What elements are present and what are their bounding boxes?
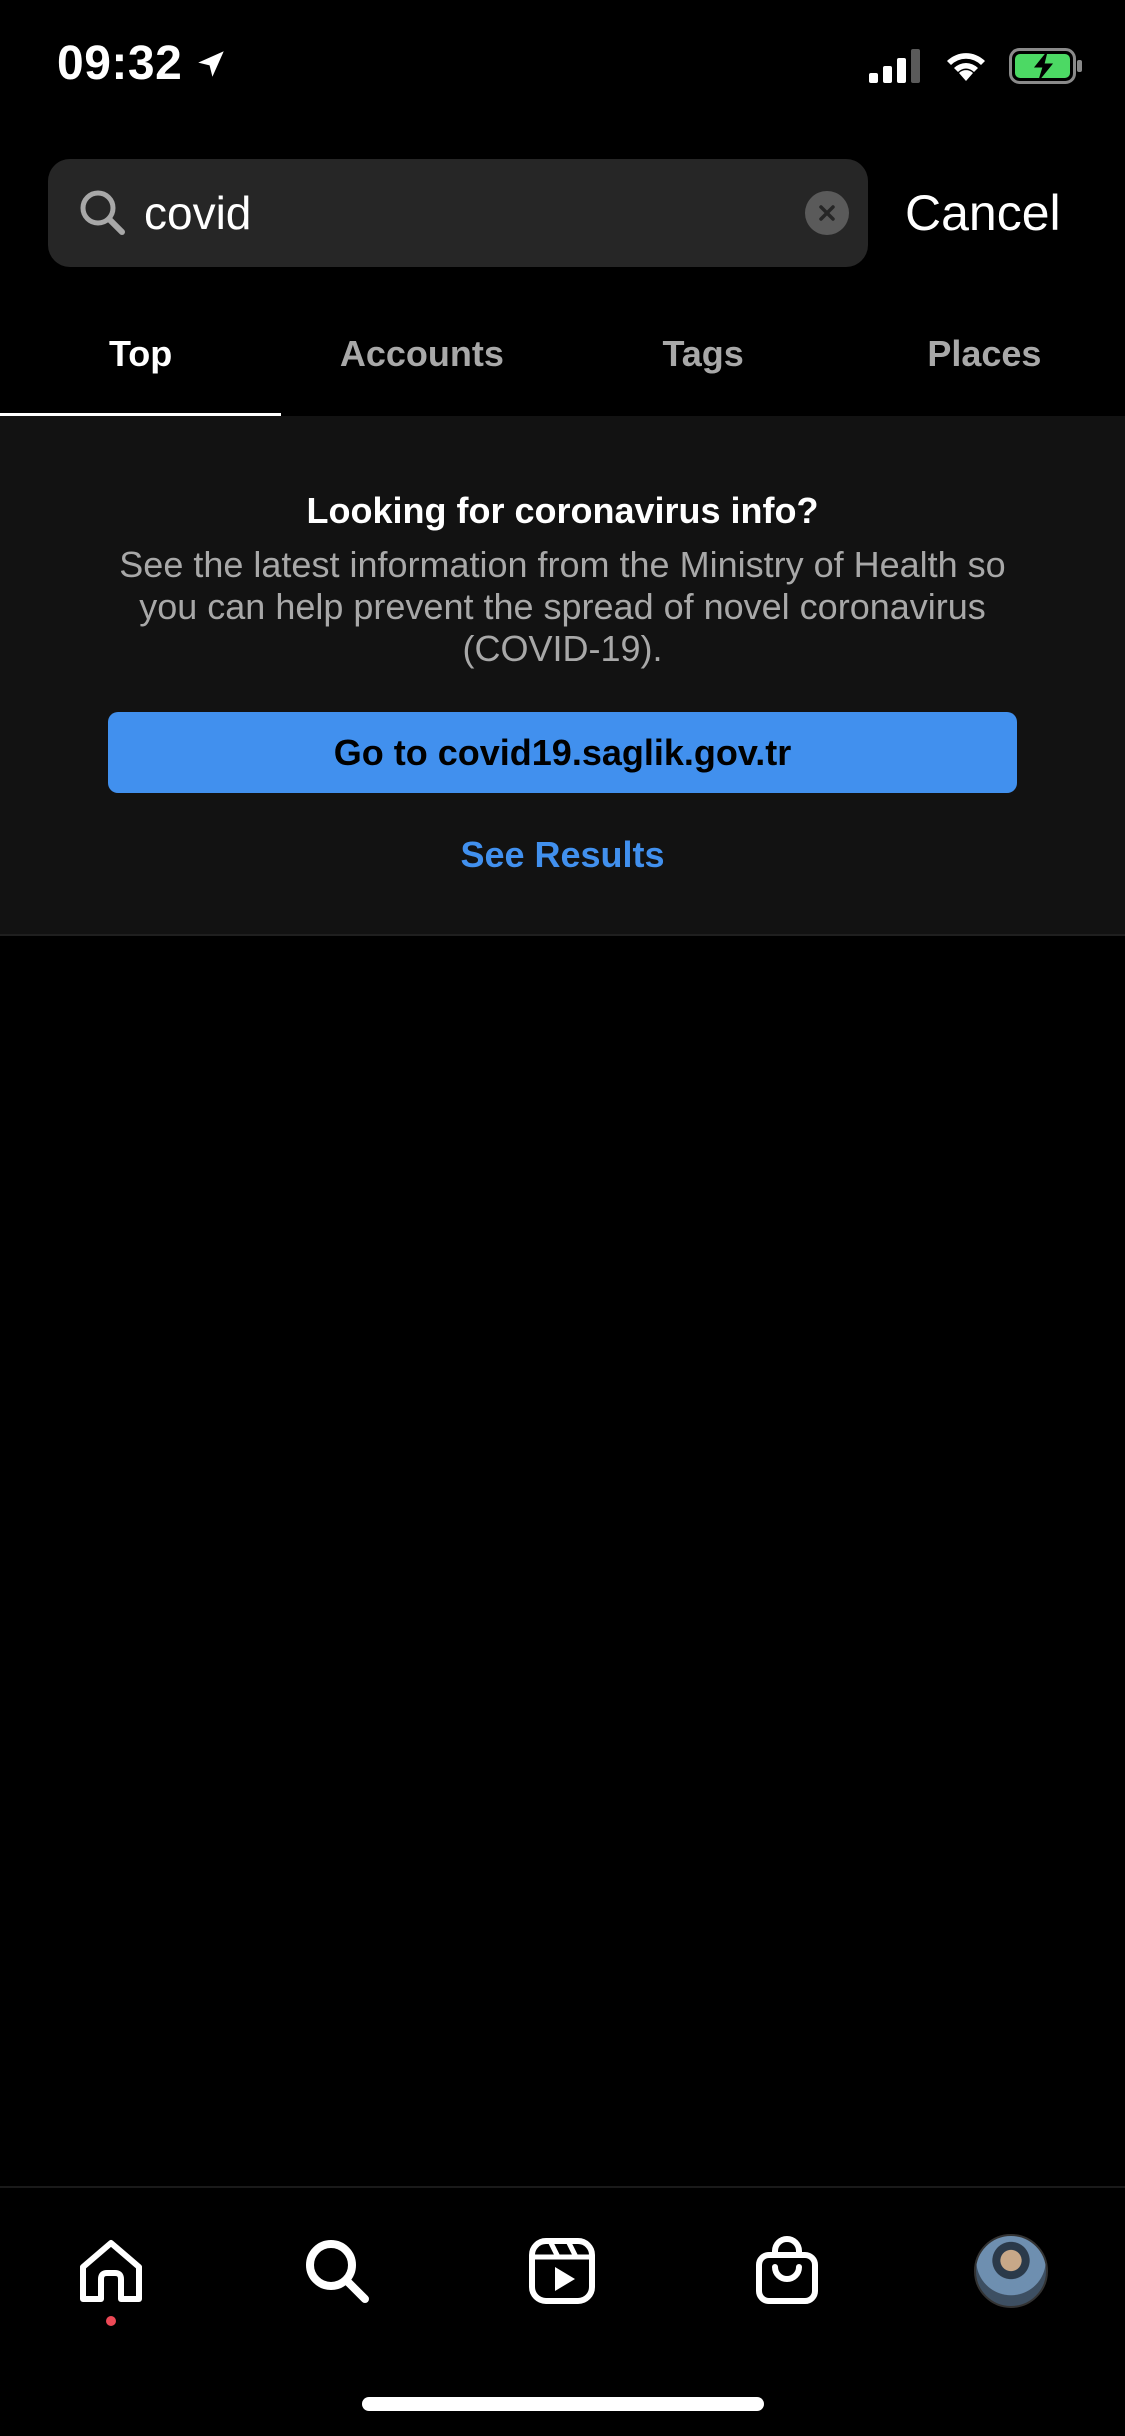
nav-shop-button[interactable]: [742, 2226, 832, 2316]
reels-icon: [529, 2238, 595, 2304]
status-time-text: 09:32: [57, 37, 183, 90]
home-icon: [80, 2240, 142, 2302]
nav-reels-button[interactable]: [517, 2226, 607, 2316]
cancel-button[interactable]: Cancel: [905, 182, 1061, 244]
search-tabs: Top Accounts Tags Places: [0, 300, 1125, 416]
go-to-health-site-button[interactable]: Go to covid19.saglik.gov.tr: [108, 712, 1017, 793]
tab-top[interactable]: Top: [0, 300, 282, 416]
clear-search-button[interactable]: [805, 191, 849, 235]
status-time: 09:32: [57, 36, 228, 91]
avatar: [974, 2234, 1048, 2308]
home-indicator: [362, 2397, 764, 2411]
search-icon: [306, 2240, 369, 2303]
coronavirus-info-card: Looking for coronavirus info? See the la…: [0, 416, 1125, 936]
close-icon: [819, 205, 835, 221]
cellular-signal-icon: [869, 49, 920, 83]
tab-places[interactable]: Places: [844, 300, 1125, 408]
see-results-link[interactable]: See Results: [0, 834, 1125, 876]
wifi-icon: [947, 53, 985, 81]
search-icon: [80, 190, 125, 235]
tab-accounts[interactable]: Accounts: [281, 300, 562, 408]
location-arrow-icon: [198, 50, 225, 77]
search-input[interactable]: [144, 159, 824, 267]
battery-charging-icon: [1009, 48, 1082, 84]
status-bar: 09:32: [0, 0, 1125, 140]
status-indicators: [869, 48, 1083, 84]
info-card-title: Looking for coronavirus info?: [306, 490, 819, 531]
tab-tags[interactable]: Tags: [563, 300, 844, 408]
shop-bag-icon: [756, 2236, 818, 2304]
nav-home-button[interactable]: [66, 2226, 156, 2316]
nav-profile-button[interactable]: [966, 2226, 1056, 2316]
nav-search-button[interactable]: [292, 2226, 382, 2316]
search-bar[interactable]: [48, 159, 868, 267]
info-card-body: See the latest information from the Mini…: [119, 544, 1006, 669]
home-notification-dot: [106, 2316, 116, 2326]
